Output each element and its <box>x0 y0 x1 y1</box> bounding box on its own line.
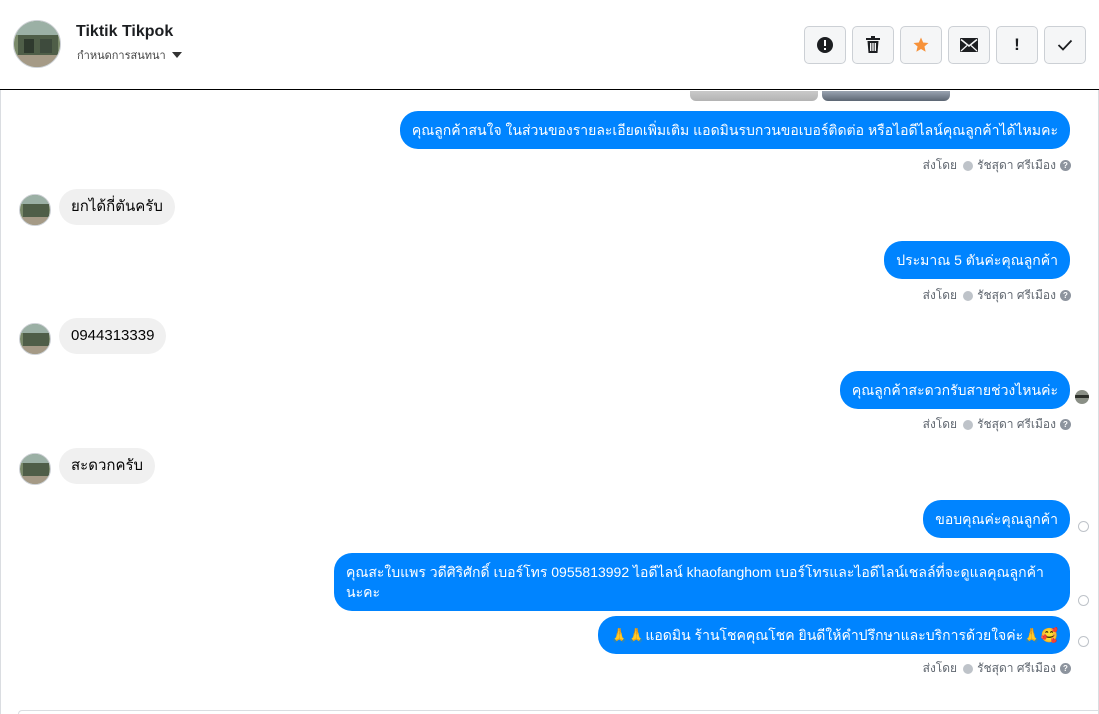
agent-badge-icon <box>963 419 974 430</box>
sent-by-label: ส่งโดย <box>922 158 958 172</box>
sent-by-label: ส่งโดย <box>922 288 958 302</box>
assign-conversation-dropdown[interactable]: กำหนดการสนทนา <box>77 46 182 64</box>
help-icon[interactable]: ? <box>1060 160 1071 171</box>
contact-avatar-small <box>19 323 51 355</box>
star-icon <box>913 37 929 52</box>
contact-avatar-small <box>19 453 51 485</box>
follow-up-button[interactable]: ! <box>996 26 1038 64</box>
image-thumbnail[interactable] <box>690 91 818 101</box>
outgoing-message[interactable]: คุณลูกค้าสะดวกรับสายช่วงไหนค่ะ <box>839 371 1070 409</box>
envelope-icon <box>960 38 978 52</box>
delivered-status-icon <box>1078 595 1089 606</box>
delivered-status-icon <box>1078 636 1089 647</box>
sent-by-info: ส่งโดย รัชสุดา ศรีเมือง ? <box>923 659 1071 678</box>
help-icon[interactable]: ? <box>1060 419 1071 430</box>
outgoing-message[interactable]: ขอบคุณค่ะคุณลูกค้า <box>923 500 1070 538</box>
incoming-message[interactable]: สะดวกครับ <box>59 448 156 484</box>
mark-spam-button[interactable] <box>804 26 846 64</box>
help-icon[interactable]: ? <box>1060 663 1071 674</box>
mark-done-button[interactable] <box>1044 26 1086 64</box>
contact-avatar[interactable] <box>13 20 61 68</box>
agent-badge-icon <box>963 290 974 301</box>
alert-circle-icon <box>817 37 833 53</box>
agent-badge-icon <box>963 663 974 674</box>
help-icon[interactable]: ? <box>1060 290 1071 301</box>
incoming-message[interactable]: ยกได้กี่ตันครับ <box>59 189 175 225</box>
attachment-thumbnails[interactable] <box>690 91 950 101</box>
outgoing-message[interactable]: ประมาณ 5 ตันค่ะคุณลูกค้า <box>884 241 1070 279</box>
mark-unread-button[interactable] <box>948 26 990 64</box>
conversation-header: Tiktik Tikpok กำหนดการสนทนา ! <box>0 0 1099 90</box>
contact-name: Tiktik Tikpok <box>76 23 174 40</box>
star-button[interactable] <box>900 26 942 64</box>
header-actions: ! <box>804 26 1086 64</box>
trash-icon <box>866 36 880 53</box>
assign-label: กำหนดการสนทนา <box>77 50 166 62</box>
seen-avatar <box>1075 390 1089 404</box>
exclamation-icon: ! <box>1014 35 1020 54</box>
contact-avatar-small <box>19 194 51 226</box>
agent-name: รัชสุดา ศรีเมือง <box>977 417 1056 431</box>
incoming-message[interactable]: 0944313339 <box>59 318 167 354</box>
agent-name: รัชสุดา ศรีเมือง <box>977 158 1056 172</box>
sent-by-info: ส่งโดย รัชสุดา ศรีเมือง ? <box>923 156 1071 175</box>
agent-badge-icon <box>963 160 974 171</box>
sent-by-label: ส่งโดย <box>922 661 958 675</box>
outgoing-message[interactable]: คุณลูกค้าสนใจ ในส่วนของรายละเอียดเพิ่มเต… <box>399 111 1070 149</box>
delete-button[interactable] <box>852 26 894 64</box>
sent-by-info: ส่งโดย รัชสุดา ศรีเมือง ? <box>923 415 1071 434</box>
image-thumbnail[interactable] <box>822 91 950 101</box>
delivered-status-icon <box>1078 521 1089 532</box>
composer-edge[interactable] <box>18 710 1099 714</box>
outgoing-message[interactable]: 🙏🙏แอดมิน ร้านโชคคุณโชค ยินดีให้คำปรึกษาแ… <box>598 616 1070 654</box>
agent-name: รัชสุดา ศรีเมือง <box>977 661 1056 675</box>
sent-by-info: ส่งโดย รัชสุดา ศรีเมือง ? <box>923 286 1071 305</box>
caret-down-icon <box>171 52 182 58</box>
message-thread[interactable]: คุณลูกค้าสนใจ ในส่วนของรายละเอียดเพิ่มเต… <box>0 91 1099 714</box>
outgoing-message[interactable]: คุณสะใบแพร วดีศิริศักดิ์ เบอร์โทร 095581… <box>334 553 1070 611</box>
sent-by-label: ส่งโดย <box>922 417 958 431</box>
checkmark-icon <box>1057 39 1073 51</box>
agent-name: รัชสุดา ศรีเมือง <box>977 288 1056 302</box>
